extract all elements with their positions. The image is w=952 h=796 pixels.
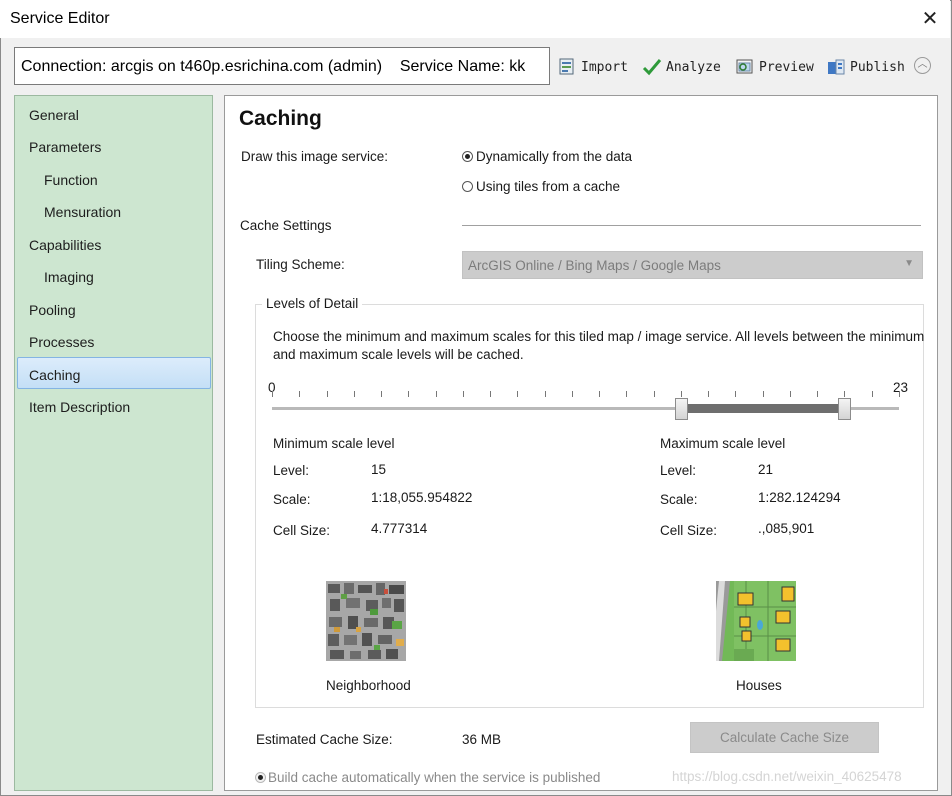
sidebar-item-pooling[interactable]: Pooling xyxy=(16,293,212,324)
slider-max-handle[interactable] xyxy=(838,398,851,420)
max-level-value: 21 xyxy=(758,462,774,477)
slider-tick xyxy=(490,391,491,397)
neighborhood-caption: Neighborhood xyxy=(326,678,411,693)
collapse-chevron-icon[interactable]: ︿ xyxy=(914,57,931,74)
sidebar-item-item-description[interactable]: Item Description xyxy=(16,390,212,421)
lod-description-line1: Choose the minimum and maximum scales fo… xyxy=(273,329,925,344)
radio-tiles[interactable] xyxy=(462,181,473,192)
min-scale-value: 1:18,055.954822 xyxy=(371,490,473,505)
analyze-button[interactable]: Analyze xyxy=(642,56,721,78)
sidebar-item-function[interactable]: Function xyxy=(16,163,212,194)
houses-caption: Houses xyxy=(736,678,782,693)
max-level-label: Level: xyxy=(660,463,697,478)
max-cell-size-label: Cell Size: xyxy=(660,523,718,538)
slider-tick xyxy=(299,391,300,397)
slider-tick xyxy=(763,391,764,397)
sidebar-item-processes[interactable]: Processes xyxy=(16,325,212,356)
slider-tick xyxy=(517,391,518,397)
slider-tick xyxy=(872,391,873,397)
preview-button[interactable]: Preview xyxy=(735,56,814,78)
min-level-label: Level: xyxy=(273,463,310,478)
publish-button[interactable]: Publish xyxy=(826,56,905,78)
slider-tick xyxy=(599,391,600,397)
levels-of-detail-legend: Levels of Detail xyxy=(262,296,363,311)
draw-service-label: Draw this image service: xyxy=(241,149,389,164)
window-title: Service Editor xyxy=(10,10,110,27)
connection-info: Connection: arcgis on t460p.esrichina.co… xyxy=(14,47,550,85)
lod-description-line2: and maximum scale levels will be cached. xyxy=(273,347,524,362)
max-scale-value: 1:282.124294 xyxy=(758,490,841,505)
tiling-scheme-value: ArcGIS Online / Bing Maps / Google Maps xyxy=(468,258,721,273)
slider-tick xyxy=(899,391,900,397)
slider-tick xyxy=(381,391,382,397)
slider-tick xyxy=(735,391,736,397)
import-label: Import xyxy=(581,59,628,75)
slider-tick xyxy=(790,391,791,397)
import-icon xyxy=(557,57,577,77)
slider-tick xyxy=(681,391,682,397)
tiling-scheme-label: Tiling Scheme: xyxy=(256,257,345,272)
slider-tick xyxy=(626,391,627,397)
slider-tick xyxy=(354,391,355,397)
min-cell-size-value: 4.777314 xyxy=(371,521,428,536)
cache-settings-heading: Cache Settings xyxy=(240,218,332,233)
calculate-cache-size-button[interactable]: Calculate Cache Size xyxy=(690,722,879,753)
title-bar: Service Editor ✕ xyxy=(0,0,950,38)
publish-label: Publish xyxy=(850,59,905,75)
sidebar-item-caching[interactable]: Caching xyxy=(17,357,211,389)
tiling-scheme-select[interactable]: ArcGIS Online / Bing Maps / Google Maps … xyxy=(462,251,923,279)
estimated-cache-size-label: Estimated Cache Size: xyxy=(256,732,393,747)
slider-tick xyxy=(408,391,409,397)
slider-tick xyxy=(436,391,437,397)
slider-min-handle[interactable] xyxy=(675,398,688,420)
slider-tick xyxy=(327,391,328,397)
build-cache-radio[interactable] xyxy=(255,772,266,783)
houses-map-thumbnail xyxy=(716,581,796,661)
publish-icon xyxy=(826,57,846,77)
estimated-cache-size-value: 36 MB xyxy=(462,732,502,747)
max-scale-label: Scale: xyxy=(660,492,698,507)
slider-tick xyxy=(272,391,273,397)
build-cache-label: Build cache automatically when the servi… xyxy=(268,770,601,785)
radio-dynamic[interactable] xyxy=(462,151,473,162)
watermark-text: https://blog.csdn.net/weixin_40625478 xyxy=(672,769,902,784)
neighborhood-map-thumbnail xyxy=(326,581,406,661)
sidebar-item-parameters[interactable]: Parameters xyxy=(16,130,212,161)
sidebar-item-imaging[interactable]: Imaging xyxy=(16,260,212,291)
preview-icon xyxy=(735,57,755,77)
radio-dynamic-label[interactable]: Dynamically from the data xyxy=(476,149,632,164)
checkmark-icon xyxy=(642,57,662,77)
sidebar: General Parameters Function Mensuration … xyxy=(14,95,213,791)
chevron-down-icon: ▼ xyxy=(904,258,914,269)
page-title: Caching xyxy=(239,107,322,130)
slider-max-label: 23 xyxy=(893,380,909,395)
cache-settings-divider xyxy=(462,225,921,226)
slider-tick xyxy=(463,391,464,397)
sidebar-item-mensuration[interactable]: Mensuration xyxy=(16,195,212,226)
sidebar-item-capabilities[interactable]: Capabilities xyxy=(16,228,212,259)
max-cell-size-value: .,085,901 xyxy=(758,521,815,536)
min-scale-heading: Minimum scale level xyxy=(273,436,395,451)
close-icon[interactable]: ✕ xyxy=(916,6,944,32)
connection-text: Connection: arcgis on t460p.esrichina.co… xyxy=(21,58,526,75)
analyze-label: Analyze xyxy=(666,59,721,75)
import-button[interactable]: Import xyxy=(557,56,628,78)
slider-tick xyxy=(844,391,845,397)
min-cell-size-label: Cell Size: xyxy=(273,523,331,538)
slider-tick xyxy=(572,391,573,397)
radio-tiles-label[interactable]: Using tiles from a cache xyxy=(476,179,620,194)
slider-tick xyxy=(654,391,655,397)
scale-slider-selected-range xyxy=(681,404,845,413)
max-scale-heading: Maximum scale level xyxy=(660,436,786,451)
preview-label: Preview xyxy=(759,59,814,75)
slider-tick xyxy=(817,391,818,397)
sidebar-item-general[interactable]: General xyxy=(16,98,212,129)
min-scale-label: Scale: xyxy=(273,492,311,507)
slider-tick xyxy=(708,391,709,397)
min-level-value: 15 xyxy=(371,462,387,477)
slider-tick xyxy=(545,391,546,397)
